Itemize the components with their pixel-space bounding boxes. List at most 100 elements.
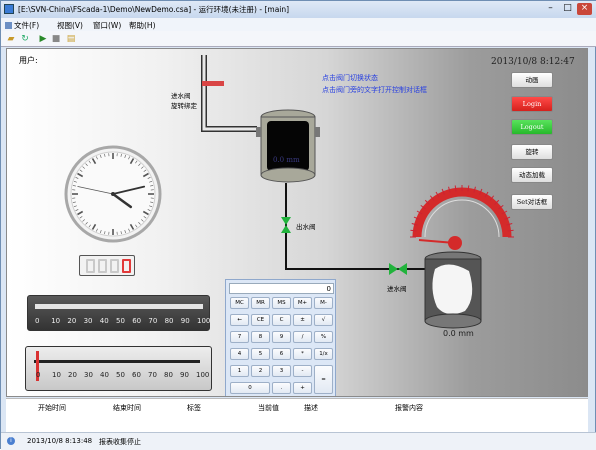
ruler-tick-label: 10 — [51, 317, 60, 325]
maximize-button[interactable]: □ — [560, 3, 575, 15]
app-icon — [4, 4, 14, 14]
calc-key[interactable]: CE — [251, 314, 270, 326]
calc-key[interactable]: = — [314, 365, 333, 394]
menu-window[interactable]: 窗口(W) — [93, 20, 121, 31]
clock-tick — [125, 230, 126, 233]
menu-file[interactable]: 文件(F) — [5, 20, 39, 31]
calc-key[interactable]: 1 — [230, 365, 249, 377]
calc-key[interactable]: 5 — [251, 348, 270, 360]
ruler-tick-label: 30 — [84, 371, 93, 379]
calc-key[interactable]: M+ — [293, 297, 312, 309]
calc-key[interactable]: MC — [230, 297, 249, 309]
column-start-time[interactable]: 开始时间 — [38, 403, 66, 413]
run-icon[interactable]: ▶ — [38, 34, 48, 44]
calc-key[interactable]: . — [272, 382, 291, 394]
column-tag[interactable]: 标签 — [187, 403, 201, 413]
clock-tick — [77, 174, 82, 177]
calc-key[interactable]: / — [293, 331, 312, 343]
calc-key[interactable]: % — [314, 331, 333, 343]
ruler-tick-label: 50 — [116, 317, 125, 325]
ruler-slider-1[interactable]: 0102030405060708090100 — [27, 295, 210, 331]
status-bar: i 2013/10/8 8:13:48 报表收集停止 — [1, 432, 596, 450]
clock-tick — [77, 212, 82, 215]
clock-tick — [96, 157, 97, 160]
clock-hub — [111, 192, 115, 196]
title-bar: [E:\SVN-China\FScada-1\Demo\NewDemo.csa]… — [1, 1, 596, 18]
refresh-icon[interactable]: ↻ — [20, 34, 30, 44]
calc-key[interactable]: M- — [314, 297, 333, 309]
open-folder-icon[interactable]: ▰ — [6, 34, 16, 44]
clock-tick — [131, 224, 134, 229]
clock-tick — [89, 161, 91, 163]
calc-key[interactable]: √ — [314, 314, 333, 326]
clock-tick — [83, 219, 85, 221]
clock-tick — [74, 206, 77, 207]
clock-tick — [96, 229, 97, 232]
clock-tick — [76, 209, 79, 210]
column-end-time[interactable]: 结束时间 — [113, 403, 141, 413]
scada-canvas: 用户: 2013/10/8 8:12:47 点击阀门切换状态 点击阀门旁的文字打… — [6, 48, 588, 397]
report-icon[interactable]: ▤ — [66, 34, 76, 44]
stop-icon[interactable]: ■ — [51, 34, 61, 44]
calc-key[interactable]: 9 — [272, 331, 291, 343]
clock-tick — [76, 177, 79, 178]
ruler-tick-label: 50 — [116, 371, 125, 379]
calc-key[interactable]: 8 — [251, 331, 270, 343]
clock-tick — [100, 155, 101, 158]
calc-key[interactable]: ± — [293, 314, 312, 326]
calc-key[interactable]: 6 — [272, 348, 291, 360]
clock-tick — [86, 222, 88, 224]
clock-tick — [104, 154, 105, 157]
clock-tick — [128, 229, 129, 232]
ruler-tick-label: 40 — [100, 371, 109, 379]
window-title: [E:\SVN-China\FScada-1\Demo\NewDemo.csa]… — [18, 4, 289, 15]
calc-key[interactable]: 7 — [230, 331, 249, 343]
clock-tick — [141, 219, 143, 221]
status-time: 2013/10/8 8:13:48 — [27, 437, 92, 445]
calc-key[interactable]: 1/x — [314, 348, 333, 360]
menu-help[interactable]: 帮助(H) — [129, 20, 156, 31]
calc-key[interactable]: * — [293, 348, 312, 360]
app-menu-icon — [5, 22, 12, 29]
clock-minute-hand — [113, 187, 144, 194]
ruler-tick-label: 0 — [35, 317, 39, 325]
menu-bar: 文件(F) 视图(V) 窗口(W) 帮助(H) — [1, 18, 596, 31]
clock-tick — [150, 185, 153, 186]
clock-tick — [93, 224, 96, 229]
clock-tick — [138, 164, 140, 166]
clock-tick — [138, 222, 140, 224]
calc-key[interactable]: ← — [230, 314, 249, 326]
calculator: 0 MCMRMSM+M-←CEC±√789/%456*1/x123-=0.+ — [225, 279, 336, 397]
close-button[interactable]: × — [577, 3, 592, 15]
calc-key[interactable]: 3 — [272, 365, 291, 377]
clock-tick — [143, 212, 148, 215]
ruler-tick-label: 10 — [52, 371, 61, 379]
calc-key[interactable]: 0 — [230, 382, 270, 394]
calc-key[interactable]: MR — [251, 297, 270, 309]
clock-tick — [121, 154, 122, 157]
clock-second-hand — [78, 187, 113, 194]
calc-key[interactable]: + — [293, 382, 312, 394]
ruler-slider-2[interactable]: 0102030405060708090100 — [25, 346, 212, 391]
calc-key[interactable]: C — [272, 314, 291, 326]
clock-tick — [150, 202, 153, 203]
column-alarm-content[interactable]: 报警内容 — [395, 403, 423, 413]
calc-key[interactable]: MS — [272, 297, 291, 309]
ruler-tick-label: 90 — [180, 371, 189, 379]
ruler-tick-label: 60 — [132, 371, 141, 379]
calc-key[interactable]: - — [293, 365, 312, 377]
clock-tick — [121, 231, 122, 234]
clock-tick — [144, 170, 146, 172]
column-description[interactable]: 描述 — [304, 403, 318, 413]
led-digit-1 — [86, 259, 95, 273]
ruler-tick-label: 100 — [197, 317, 210, 325]
ruler-tick-label: 70 — [148, 371, 157, 379]
ruler-tick-label: 0 — [36, 371, 40, 379]
column-current-value[interactable]: 当前值 — [258, 403, 279, 413]
calc-key[interactable]: 4 — [230, 348, 249, 360]
calc-key[interactable]: 2 — [251, 365, 270, 377]
minimize-button[interactable]: – — [543, 3, 558, 15]
clock-tick — [100, 230, 101, 233]
menu-view[interactable]: 视图(V) — [57, 20, 83, 31]
ruler-tick-label: 80 — [164, 371, 173, 379]
